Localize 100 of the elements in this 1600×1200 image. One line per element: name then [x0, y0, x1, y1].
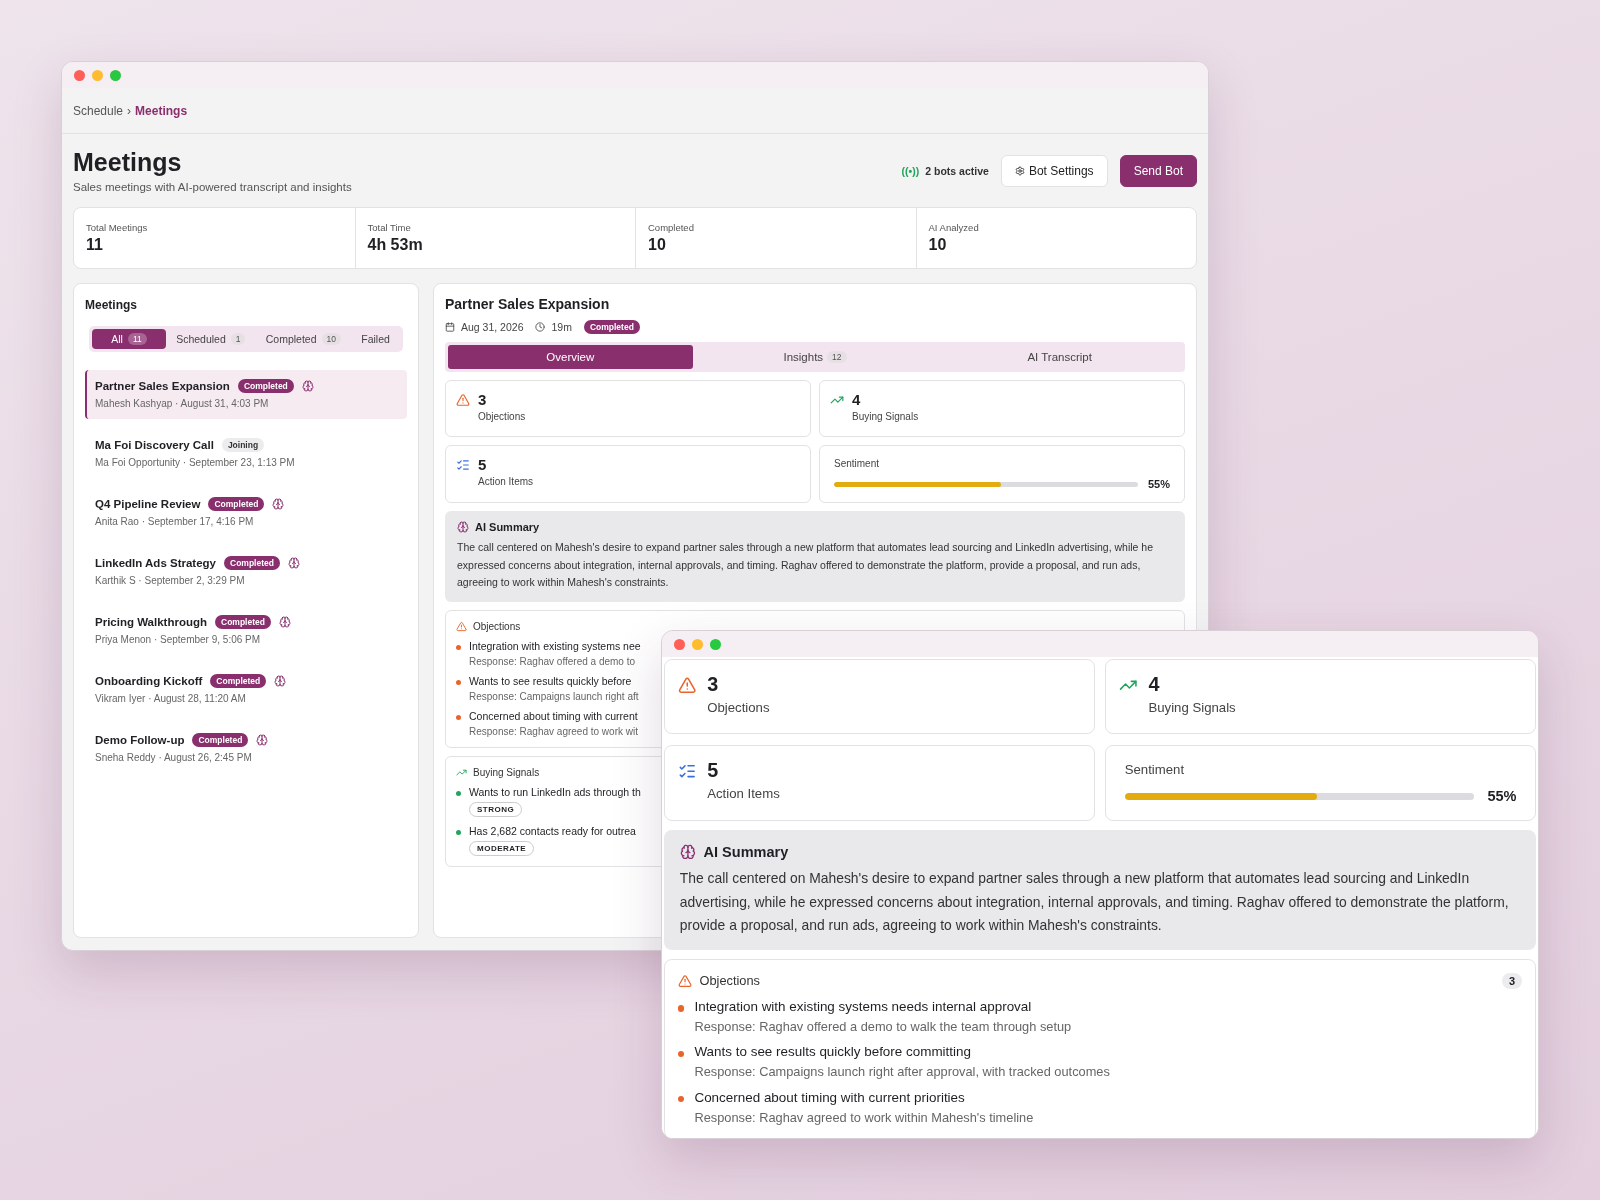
metric-label: Buying Signals [852, 411, 919, 422]
bullet-icon [456, 644, 461, 650]
objection-text: Wants to see results quickly before [469, 674, 632, 687]
meeting-subtitle: Ma Foi Opportunity · September 23, 1:13 PM [95, 457, 296, 468]
breadcrumb-link[interactable]: Schedule [73, 103, 124, 118]
panel-title: Meetings [85, 298, 138, 312]
warning-icon [456, 620, 467, 632]
sentiment-reading: 55% [1487, 788, 1517, 805]
summary-title: AI Summary [703, 843, 789, 860]
meeting-item[interactable]: Ma Foi Discovery Call Joining Ma Foi Opportunity · September 23, 1:13 PM [85, 429, 407, 478]
stat-label: Completed [648, 222, 695, 233]
count-badge: 1 [230, 333, 246, 345]
meeting-title: LinkedIn Ads Strategy [95, 557, 216, 569]
sentiment-reading: 55% [1147, 478, 1170, 490]
bot-status: 2 bots active [925, 164, 989, 177]
objection-response: Response: Raghav agreed to work wit [469, 725, 638, 737]
meeting-item[interactable]: Q4 Pipeline Review Completed Anita Rao · September 17, 4:16 PM [85, 488, 407, 537]
objection-text: Integration with existing systems nee [469, 639, 641, 652]
warning-icon [456, 393, 470, 407]
zoom-dot[interactable] [110, 69, 121, 81]
status-badge: Completed [583, 320, 640, 334]
summary-text: The call centered on Mahesh's desire to expand partner sales through a new platform that automates lead sourcing and LinkedIn advertising, while he expressed concerns about integration, internal approvals, and timing. Raghav offered to demonstrate the platform, provide a proposal, and run ads, agreeing to work within Mahesh's constraints. [457, 540, 1154, 590]
clock-icon [535, 322, 546, 332]
breadcrumb-link[interactable]: Meetings [135, 103, 188, 118]
minimize-dot[interactable] [92, 69, 103, 81]
status-badge: Completed [224, 556, 280, 570]
close-dot[interactable] [674, 638, 685, 650]
meeting-item[interactable]: LinkedIn Ads Strategy Completed Karthik S · September 2, 3:29 PM [85, 547, 407, 596]
status-badge: Completed [192, 733, 249, 747]
meeting-item[interactable]: Pricing Walkthrough Completed Priya Menon · September 9, 5:06 PM [85, 606, 407, 655]
filter-tab[interactable]: Failed [351, 329, 400, 349]
detail-title: Partner Sales Expansion [445, 296, 611, 312]
objection-text: Integration with existing systems needs internal approval [694, 998, 1032, 1014]
objections-title: Objections [473, 620, 521, 632]
metric-label: Buying Signals [1148, 700, 1236, 716]
metric-label: Objections [707, 700, 770, 716]
metric-value: 3 [707, 673, 720, 697]
signal-text: Has 2,682 contacts ready for outrea [469, 824, 636, 837]
signal-text: Wants to run LinkedIn ads through th [469, 785, 641, 798]
count-badge: 11 [127, 333, 147, 345]
settings-button[interactable]: Bot Settings [1000, 154, 1108, 187]
meeting-item[interactable]: Partner Sales Expansion Completed Mahesh Kashyap · August 31, 4:03 PM [85, 370, 407, 419]
count-badge: 12 [827, 351, 847, 363]
meeting-title: Partner Sales Expansion [95, 380, 230, 392]
objection-response: Response: Raghav agreed to work within Mahesh's timeline [694, 1109, 1034, 1125]
stat-label: AI Analyzed [928, 222, 980, 233]
objections-count: 3 [1502, 972, 1523, 989]
send-button[interactable]: Send Bot [1119, 154, 1197, 187]
metric-value: 5 [478, 456, 488, 473]
tab[interactable]: Insights 12 [692, 345, 938, 369]
stat-value: 11 [86, 236, 104, 254]
stat-label: Total Time [367, 222, 412, 233]
warning-icon [677, 973, 692, 988]
summary-text: The call centered on Mahesh's desire to expand partner sales through a new platform that automates lead sourcing and LinkedIn advertising, while he expressed concerns about integration, internal approvals, and timing. Raghav offered to demonstrate the platform, provide a proposal, and run ads, agreeing to work within Mahesh's constraints. [679, 869, 1510, 935]
zoom-dot[interactable] [710, 638, 721, 650]
minimize-dot[interactable] [692, 638, 703, 650]
close-dot[interactable] [74, 69, 85, 81]
tab[interactable]: Overview [448, 345, 693, 369]
objection-response: Response: Campaigns launch right after approval, with tracked outcomes [694, 1064, 1110, 1080]
metric-label: Action Items [707, 785, 780, 801]
filter-tab[interactable]: Scheduled 1 [166, 329, 256, 349]
metric-value: 5 [707, 758, 720, 782]
metric-value: 4 [1148, 673, 1161, 697]
page-subtitle: Sales meetings with AI-powered transcript and insights [73, 181, 352, 193]
sentiment-label: Sentiment [834, 458, 881, 469]
objection-text: Concerned about timing with current [469, 709, 638, 722]
summary-title: AI Summary [475, 521, 540, 533]
bullet-icon [456, 714, 461, 720]
meeting-title: Q4 Pipeline Review [95, 498, 201, 510]
meeting-title: Ma Foi Discovery Call [95, 439, 214, 451]
meeting-subtitle: Anita Rao · September 17, 4:16 PM [95, 516, 255, 527]
stat-label: Total Meetings [86, 222, 149, 233]
meeting-duration: 19m [551, 321, 572, 333]
page-title: Meetings [73, 148, 183, 177]
meeting-item[interactable]: Onboarding Kickoff Completed Vikram Iyer · August 28, 11:20 AM [85, 665, 407, 714]
stat-value: 4h 53m [367, 236, 424, 254]
status-badge: Completed [215, 615, 271, 629]
signal-icon: ((•)) [901, 164, 920, 177]
tab[interactable]: AI Transcript [937, 345, 1182, 369]
objection-text: Wants to see results quickly before committing [694, 1044, 971, 1060]
status-badge: Completed [208, 497, 265, 511]
objections-title: Objections [699, 973, 760, 989]
meeting-subtitle: Mahesh Kashyap · August 31, 4:03 PM [95, 398, 270, 409]
metric-value: 4 [852, 391, 862, 408]
objection-response: Response: Raghav offered a demo to [469, 655, 636, 667]
sentiment-label: Sentiment [1124, 761, 1186, 777]
bullet-icon [456, 829, 461, 835]
filter-tab[interactable]: All 11 [92, 329, 166, 349]
meeting-item[interactable]: Demo Follow-up Completed Sneha Reddy · August 26, 2:45 PM [85, 724, 407, 773]
warning-icon [678, 675, 697, 695]
bullet-icon [677, 1050, 685, 1058]
meeting-title: Pricing Walkthrough [95, 616, 208, 628]
checklist-icon [456, 458, 470, 472]
meeting-subtitle: Priya Menon · September 9, 5:06 PM [95, 634, 262, 645]
metric-label: Objections [478, 411, 526, 422]
signals-title: Buying Signals [473, 766, 540, 778]
filter-tab[interactable]: Completed 10 [255, 329, 352, 349]
meeting-subtitle: Vikram Iyer · August 28, 11:20 AM [95, 693, 247, 704]
bullet-icon [677, 1096, 685, 1103]
meeting-date: Aug 31, 2026 [461, 321, 524, 333]
